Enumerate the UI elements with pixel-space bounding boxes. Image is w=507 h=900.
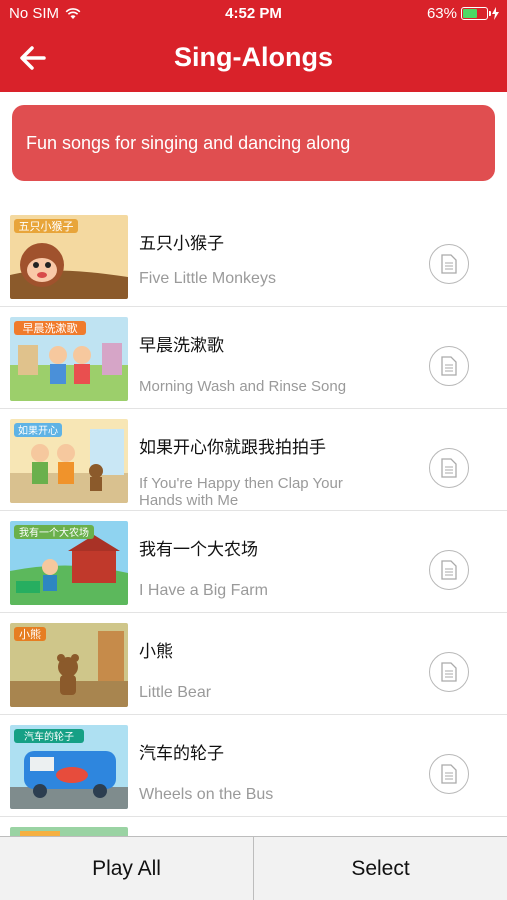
play-all-button[interactable]: Play All — [0, 837, 254, 900]
lyrics-document-button[interactable] — [429, 244, 469, 284]
battery-percent: 63% — [426, 5, 457, 22]
song-title-english: Little Bear — [139, 684, 212, 701]
song-thumbnail: 五只小猴子 — [10, 215, 128, 299]
document-icon — [441, 254, 457, 274]
document-icon — [441, 458, 457, 478]
song-thumbnail: 汽车的轮子 — [10, 725, 128, 809]
song-title-chinese: 如果开心你就跟我拍拍手 — [139, 438, 326, 457]
lyrics-document-button[interactable] — [429, 448, 469, 488]
document-icon — [441, 356, 457, 376]
song-thumbnail: 早晨洗漱歌 — [10, 317, 128, 401]
song-title-chinese: 汽车的轮子 — [139, 744, 224, 763]
song-row[interactable]: 我有一个大农场 我有一个大农场 I Have a Big Farm — [0, 511, 507, 613]
lyrics-document-button[interactable] — [429, 346, 469, 386]
song-title-english: Wheels on the Bus — [139, 786, 274, 803]
svg-text:如果开心: 如果开心 — [18, 424, 58, 437]
song-row[interactable]: 汽车的轮子 汽车的轮子 Wheels on the Bus — [0, 715, 507, 817]
lyrics-document-button[interactable] — [429, 550, 469, 590]
bottom-toolbar: Play All Select — [0, 836, 507, 900]
select-button[interactable]: Select — [254, 837, 507, 900]
status-bar: No SIM 4:52 PM 63% — [0, 0, 507, 28]
document-icon — [441, 764, 457, 784]
song-title-chinese: 我有一个大农场 — [139, 540, 258, 559]
song-row[interactable]: 早晨洗漱歌 早晨洗漱歌 Morning Wash and Rinse Song — [0, 307, 507, 409]
song-row[interactable]: 如果开心 如果开心你就跟我拍拍手 If You're Happy then Cl… — [0, 409, 507, 511]
navigation-bar: No SIM 4:52 PM 63% Sing-Alongs — [0, 0, 507, 92]
charging-bolt-icon — [492, 7, 499, 20]
song-thumbnail: 小熊 — [10, 623, 128, 707]
lyrics-document-button[interactable] — [429, 754, 469, 794]
battery-icon — [461, 7, 491, 20]
svg-text:汽车的轮子: 汽车的轮子 — [24, 730, 74, 743]
svg-text:早晨洗漱歌: 早晨洗漱歌 — [23, 321, 78, 335]
song-title-english: I Have a Big Farm — [139, 582, 268, 599]
svg-text:小熊: 小熊 — [19, 627, 41, 641]
song-title-english: If You're Happy then Clap Your Hands wit… — [139, 475, 343, 509]
song-row[interactable]: 五只小猴子 五只小猴子 Five Little Monkeys — [0, 205, 507, 307]
document-icon — [441, 662, 457, 682]
svg-text:五只小猴子: 五只小猴子 — [19, 219, 74, 233]
song-title-english: Morning Wash and Rinse Song — [139, 378, 347, 395]
document-icon — [441, 560, 457, 580]
song-thumbnail: 如果开心 — [10, 419, 128, 503]
song-title-chinese: 早晨洗漱歌 — [139, 336, 224, 355]
page-title: Sing-Alongs — [174, 42, 333, 72]
lyrics-document-button[interactable] — [429, 652, 469, 692]
banner-text: Fun songs for singing and dancing along — [26, 132, 351, 153]
song-thumbnail: 我有一个大农场 — [10, 521, 128, 605]
song-title-chinese: 小熊 — [139, 642, 173, 661]
description-banner: Fun songs for singing and dancing along — [12, 105, 495, 181]
song-title-english: Five Little Monkeys — [139, 270, 276, 287]
song-title-chinese: 五只小猴子 — [139, 234, 224, 253]
svg-text:我有一个大农场: 我有一个大农场 — [19, 526, 89, 539]
song-row[interactable]: 小熊 小熊 Little Bear — [0, 613, 507, 715]
